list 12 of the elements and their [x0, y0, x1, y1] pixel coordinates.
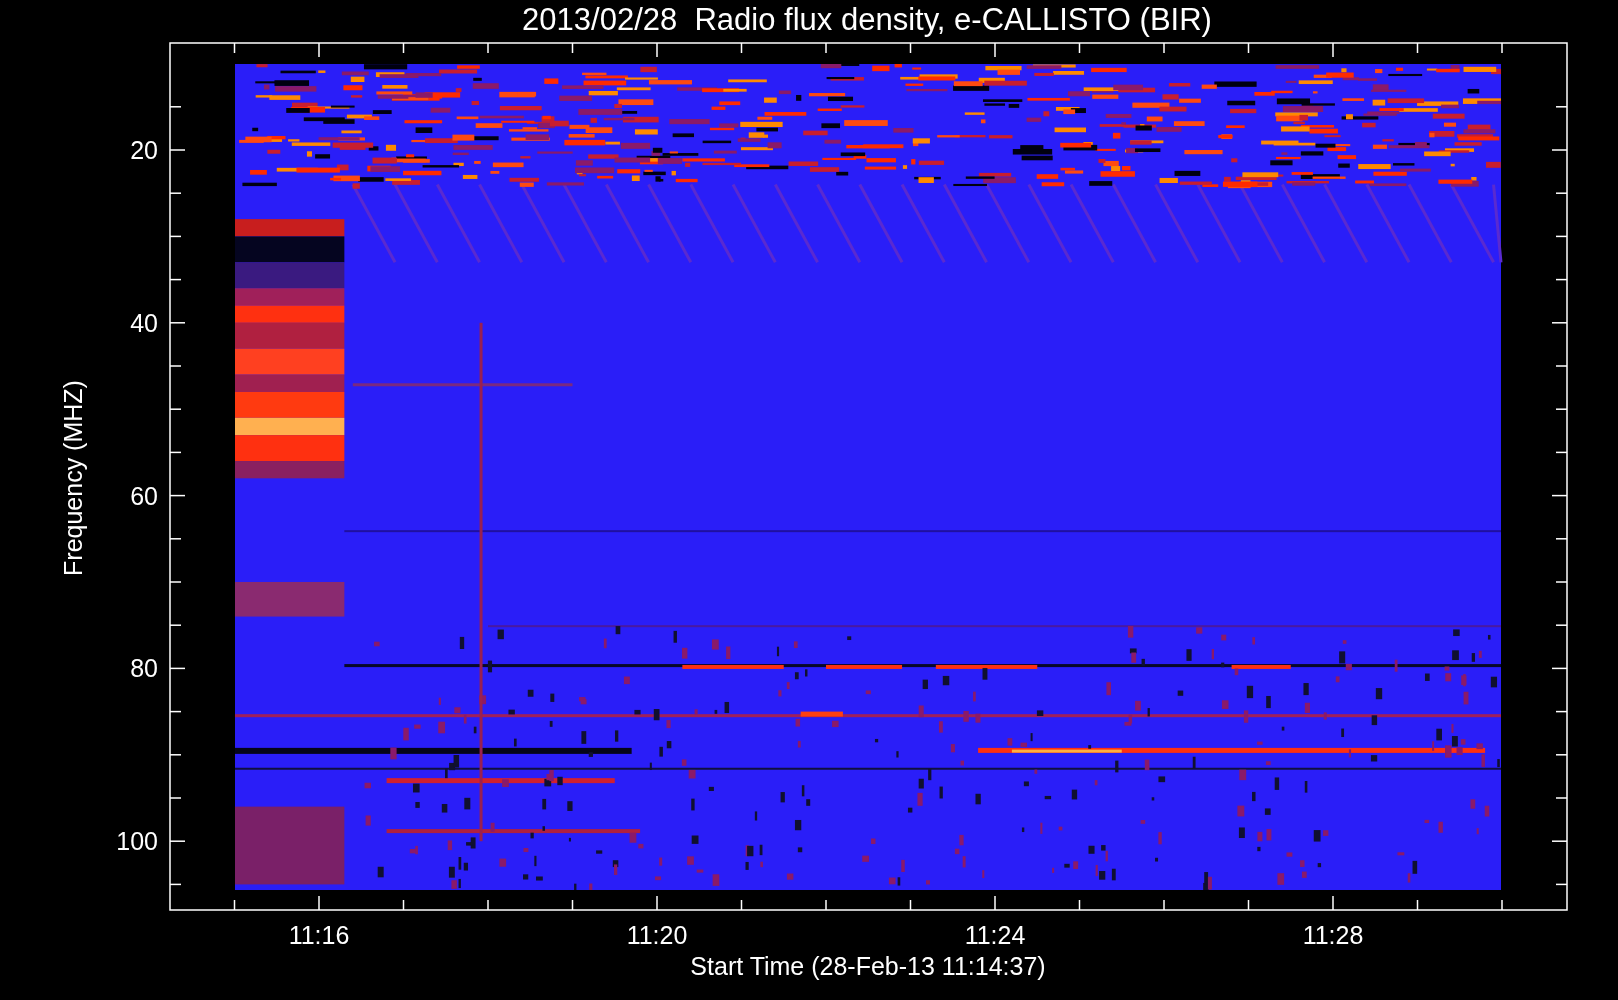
y-axis-label: Frequency (MHZ) [59, 380, 87, 576]
y-tick-label: 80 [130, 654, 158, 683]
x-tick-label: 11:20 [626, 921, 688, 949]
y-tick-label: 60 [130, 481, 158, 510]
x-axis-label: Start Time (28-Feb-13 11:14:37) [690, 952, 1046, 980]
y-tick-label: 100 [116, 827, 158, 856]
x-tick-label: 11:16 [288, 921, 350, 949]
y-tick-label: 20 [130, 136, 158, 164]
chart-title: 2013/02/28 Radio flux density, e-CALLISTO (BIR) [522, 2, 1212, 37]
y-tick-label: 40 [130, 308, 158, 337]
x-tick-label: 11:28 [1302, 921, 1364, 949]
x-tick-label: 11:24 [964, 921, 1026, 949]
